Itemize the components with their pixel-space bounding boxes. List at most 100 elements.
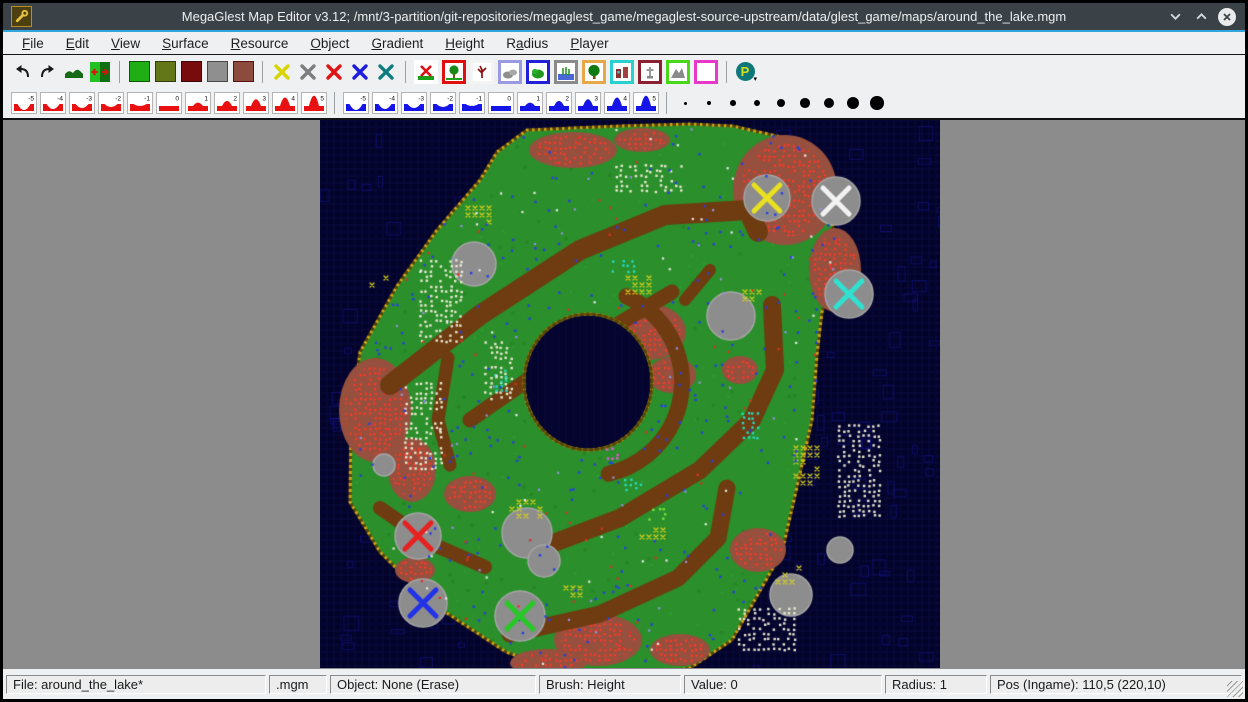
height-brush-0[interactable]: 0 — [156, 92, 182, 114]
surface-road-button[interactable] — [178, 60, 204, 84]
menu-height[interactable]: Height — [434, 34, 495, 53]
svg-text:3: 3 — [594, 96, 598, 103]
resource-gold-button[interactable] — [269, 60, 295, 84]
gradient-brush-2[interactable]: 2 — [546, 92, 572, 114]
undo-button[interactable] — [9, 60, 35, 84]
resource-custom1-button[interactable] — [321, 60, 347, 84]
radius-dot — [754, 100, 761, 107]
height-brush--2[interactable]: -2 — [98, 92, 124, 114]
height-brush--1[interactable]: -1 — [127, 92, 153, 114]
radius-dot — [684, 102, 687, 105]
height-brush--4[interactable]: -4 — [40, 92, 66, 114]
svg-text:1: 1 — [204, 96, 208, 103]
menu-file[interactable]: File — [11, 34, 55, 53]
resource-custom2-button[interactable] — [347, 60, 373, 84]
gradient-brush--4[interactable]: -4 — [372, 92, 398, 114]
workspace — [3, 120, 1245, 668]
radius-7-button[interactable] — [817, 93, 841, 113]
svg-text:5: 5 — [320, 96, 324, 103]
svg-text:-3: -3 — [418, 96, 424, 103]
object-water-plant-button[interactable] — [554, 60, 578, 84]
object-invisible-button[interactable] — [694, 60, 718, 84]
player-brush-button[interactable]: P▾ — [733, 60, 757, 84]
gradient-brush-0[interactable]: 0 — [488, 92, 514, 114]
menu-player[interactable]: Player — [559, 34, 619, 53]
gradient-brush-3[interactable]: 3 — [575, 92, 601, 114]
status-brush: Brush: Height — [539, 675, 681, 694]
menu-object[interactable]: Object — [299, 34, 360, 53]
menu-view[interactable]: View — [100, 34, 151, 53]
gradient-brush--5[interactable]: -5 — [343, 92, 369, 114]
gradient-brush-5[interactable]: 5 — [633, 92, 659, 114]
toolbar-separator — [334, 92, 335, 114]
object-bush-button[interactable] — [526, 60, 550, 84]
minimize-button[interactable] — [1165, 7, 1185, 27]
svg-text:2: 2 — [233, 96, 237, 103]
resource-stone-button[interactable] — [295, 60, 321, 84]
resize-grip[interactable] — [1227, 681, 1243, 697]
object-tree-button[interactable] — [442, 60, 466, 84]
height-brush--3[interactable]: -3 — [69, 92, 95, 114]
gradient-brush-1[interactable]: 1 — [517, 92, 543, 114]
radius-dot — [847, 97, 859, 109]
gradient-brush--3[interactable]: -3 — [401, 92, 427, 114]
object-big-rock-button[interactable] — [666, 60, 690, 84]
toolbar-separator — [726, 61, 727, 83]
svg-text:4: 4 — [291, 96, 295, 103]
maximize-button[interactable] — [1191, 7, 1211, 27]
gradient-brush--2[interactable]: -2 — [430, 92, 456, 114]
menu-bar: FileEditViewSurfaceResourceObjectGradien… — [3, 32, 1245, 54]
height-brush-1[interactable]: 1 — [185, 92, 211, 114]
height-brush-3[interactable]: 3 — [243, 92, 269, 114]
menu-radius[interactable]: Radius — [495, 34, 559, 53]
brush-toolbar: -5-4-3-2-1012345-5-4-3-2-1012345 — [3, 88, 1245, 118]
object-statue-button[interactable] — [638, 60, 662, 84]
resource-custom3-button[interactable] — [373, 60, 399, 84]
menu-resource[interactable]: Resource — [220, 34, 300, 53]
height-hill-button[interactable] — [61, 60, 87, 84]
object-erase-button[interactable] — [414, 60, 438, 84]
svg-text:0: 0 — [175, 96, 179, 103]
object-dead-tree-button[interactable] — [470, 60, 494, 84]
svg-text:1: 1 — [536, 96, 540, 103]
surface-grass-button[interactable] — [126, 60, 152, 84]
gradient-brush-4[interactable]: 4 — [604, 92, 630, 114]
menu-gradient[interactable]: Gradient — [360, 34, 434, 53]
svg-text:-5: -5 — [360, 96, 366, 103]
menu-surface[interactable]: Surface — [151, 34, 220, 53]
object-buildings-button[interactable] — [610, 60, 634, 84]
radius-5-button[interactable] — [769, 93, 793, 113]
map-canvas[interactable] — [320, 120, 940, 668]
main-toolbar: P▾ — [3, 55, 1245, 88]
svg-text:-2: -2 — [447, 96, 453, 103]
radius-1-button[interactable] — [673, 93, 697, 113]
swap-surfaces-button[interactable] — [87, 60, 113, 84]
height-brush-4[interactable]: 4 — [272, 92, 298, 114]
radius-4-button[interactable] — [745, 93, 769, 113]
surface-grass-button-swatch — [129, 61, 150, 82]
gradient-brush--1[interactable]: -1 — [459, 92, 485, 114]
surface-stone-button[interactable] — [204, 60, 230, 84]
radius-3-button[interactable] — [721, 93, 745, 113]
toolbar-separator — [119, 61, 120, 83]
height-brush-5[interactable]: 5 — [301, 92, 327, 114]
radius-dot — [824, 98, 835, 109]
menu-edit[interactable]: Edit — [55, 34, 100, 53]
object-stone-button[interactable] — [498, 60, 522, 84]
radius-2-button[interactable] — [697, 93, 721, 113]
close-button[interactable] — [1217, 7, 1237, 27]
title-bar: MegaGlest Map Editor v3.12; /mnt/3-parti… — [3, 3, 1245, 30]
radius-9-button[interactable] — [865, 93, 889, 113]
height-brush--5[interactable]: -5 — [11, 92, 37, 114]
svg-text:3: 3 — [262, 96, 266, 103]
redo-button[interactable] — [35, 60, 61, 84]
radius-dot — [800, 98, 810, 108]
radius-8-button[interactable] — [841, 93, 865, 113]
radius-6-button[interactable] — [793, 93, 817, 113]
surface-ground-button[interactable] — [230, 60, 256, 84]
surface-alt-grass-button[interactable] — [152, 60, 178, 84]
object-big-tree-button[interactable] — [582, 60, 606, 84]
dropdown-arrow-icon: ▾ — [753, 75, 757, 83]
wrench-app-icon[interactable] — [11, 6, 32, 27]
height-brush-2[interactable]: 2 — [214, 92, 240, 114]
